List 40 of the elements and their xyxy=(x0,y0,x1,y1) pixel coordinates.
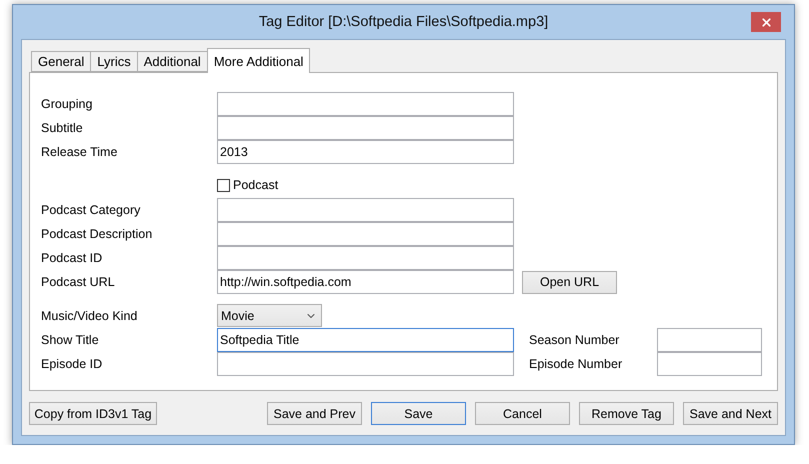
text-field[interactable] xyxy=(217,222,514,246)
field-label: Episode Number xyxy=(529,357,624,371)
text-field[interactable] xyxy=(217,352,514,376)
dialog-button[interactable]: Remove Tag xyxy=(579,402,674,425)
text-field[interactable] xyxy=(217,92,514,116)
text-field[interactable]: Softpedia Title xyxy=(217,328,514,352)
field-label: Music/Video Kind xyxy=(41,308,138,322)
field-label: Show Title xyxy=(41,333,100,347)
text-field[interactable]: http://win.softpedia.com xyxy=(217,270,514,294)
text-field[interactable] xyxy=(217,116,514,140)
field-label: Podcast Category xyxy=(41,203,142,217)
field-label: Release Time xyxy=(41,145,118,159)
field-label: Podcast ID xyxy=(41,251,104,265)
field-label: Grouping xyxy=(41,97,94,111)
checkbox-label: Podcast xyxy=(233,178,278,192)
dialog-button[interactable]: Save and Next xyxy=(683,402,778,425)
dialog-button[interactable]: Save and Prev xyxy=(267,402,362,425)
close-button[interactable] xyxy=(751,12,781,32)
tab[interactable]: Lyrics xyxy=(90,51,138,72)
tab[interactable]: General xyxy=(31,51,92,72)
field-label: Season Number xyxy=(529,333,620,347)
dialog-button[interactable]: Save xyxy=(371,402,466,425)
kind-dropdown[interactable]: Movie xyxy=(217,304,322,327)
field-label: Episode ID xyxy=(41,357,104,371)
tab[interactable]: Additional xyxy=(136,51,208,72)
field-label: Subtitle xyxy=(41,121,84,135)
copy-tag-button[interactable]: Copy from ID3v1 Tag xyxy=(29,402,157,425)
dialog-button[interactable]: Cancel xyxy=(475,402,570,425)
text-field[interactable] xyxy=(217,198,514,222)
checkbox[interactable] xyxy=(217,178,230,192)
open-url-button[interactable]: Open URL xyxy=(522,270,617,294)
field-label: Podcast URL xyxy=(41,275,116,289)
text-field[interactable] xyxy=(217,246,514,270)
text-field[interactable]: 2013 xyxy=(217,140,514,164)
text-field[interactable] xyxy=(657,328,762,352)
close-icon xyxy=(760,16,772,28)
window-title: Tag Editor [D:\Softpedia Files\Softpedia.mp3] xyxy=(258,14,550,30)
text-field[interactable] xyxy=(657,352,762,376)
field-label: Podcast Description xyxy=(41,227,154,241)
tab[interactable]: More Additional xyxy=(206,48,310,73)
